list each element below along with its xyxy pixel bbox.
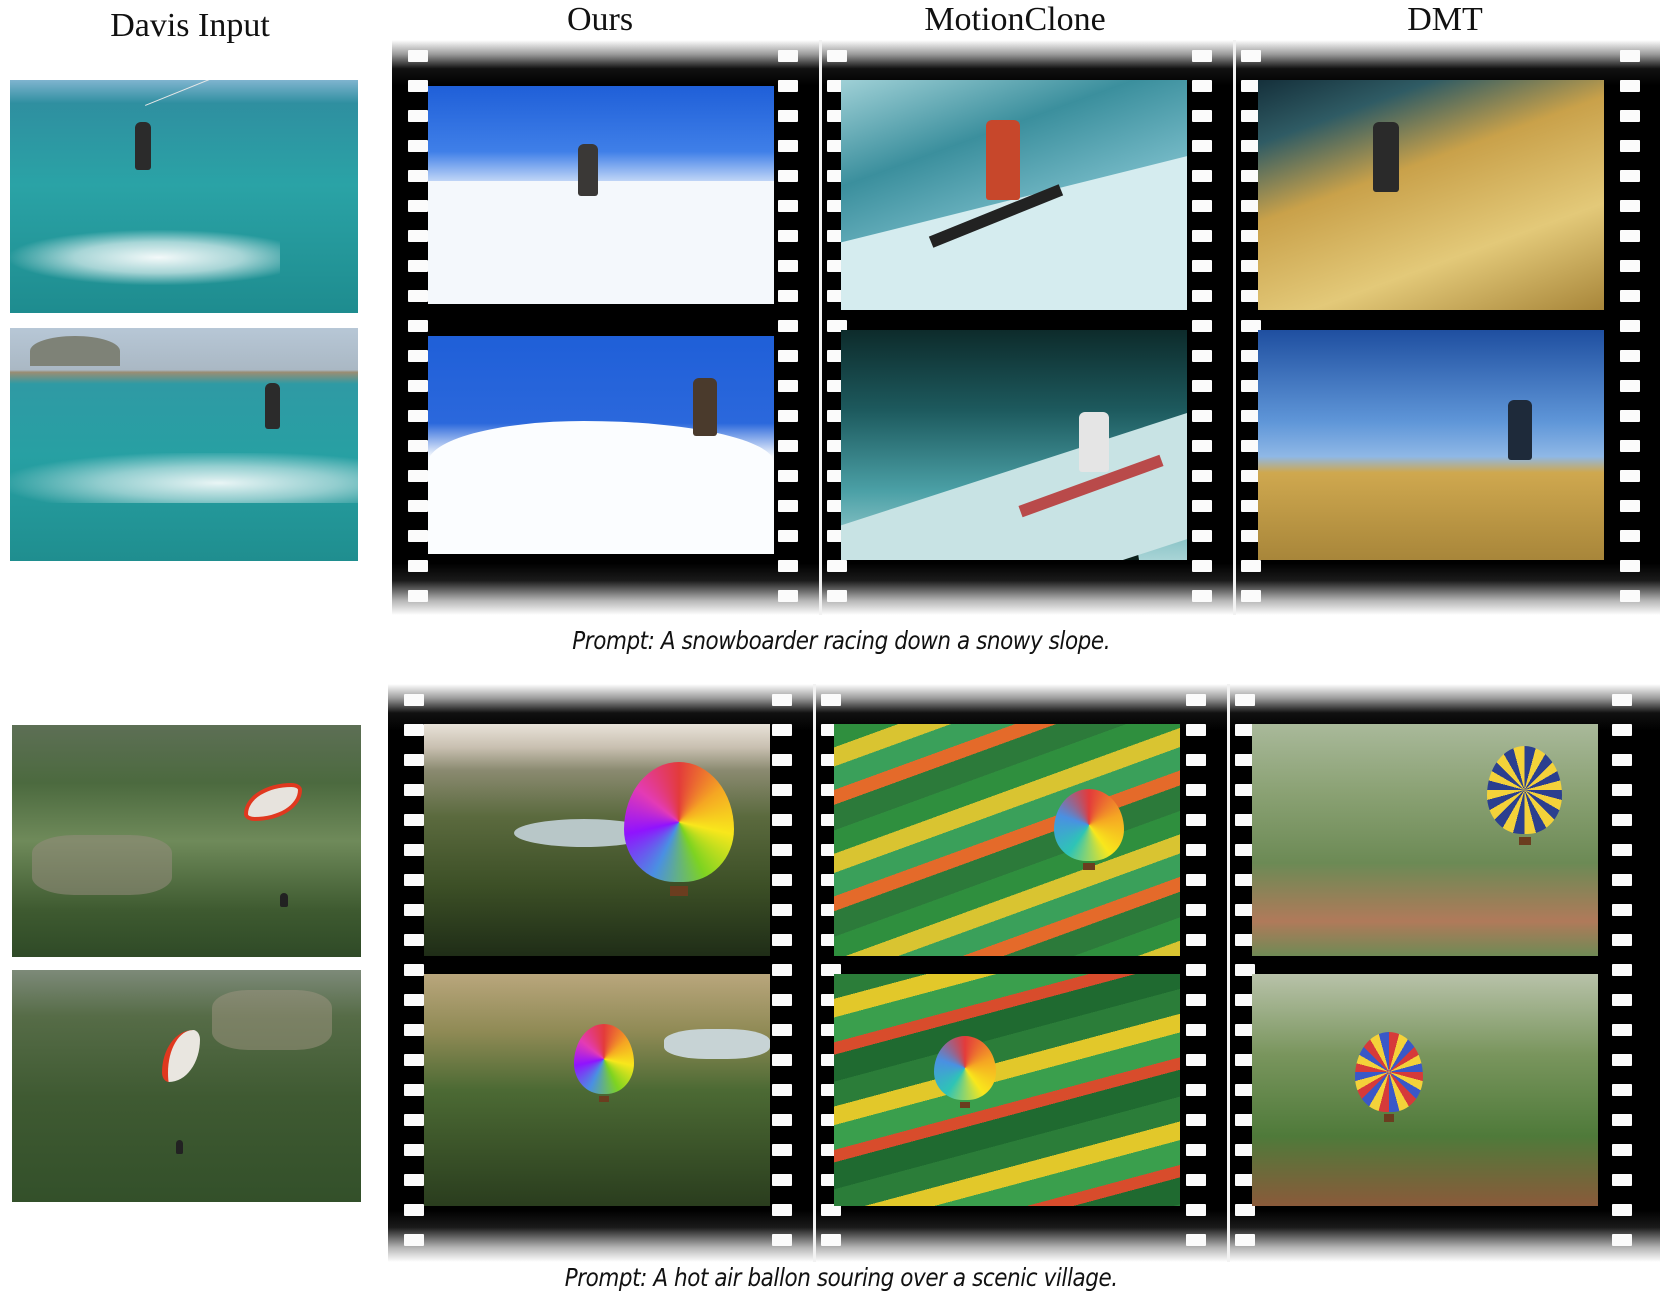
- snowboarder: [1079, 412, 1109, 472]
- hot-air-balloon: [1054, 789, 1124, 870]
- dmt-frame-sand-2: [1258, 330, 1604, 560]
- input-frame-paraglide-1: [12, 725, 361, 957]
- ours-frame-snowboard-2: [428, 336, 774, 554]
- snow-slope: [428, 181, 774, 304]
- dmt-frame-balloon-2: [1252, 974, 1598, 1206]
- film-strip-row2: [388, 684, 1660, 1262]
- motionclone-frame-snowboard-1: [841, 80, 1187, 310]
- column-separator: [819, 40, 822, 615]
- film-perforations: [408, 50, 428, 620]
- paraglider-pilot: [176, 1140, 183, 1154]
- paraglider-wing: [162, 1030, 200, 1082]
- snow-mound: [428, 421, 774, 554]
- wave-splash: [10, 230, 280, 285]
- snowboarder: [693, 378, 717, 436]
- film-perforations: [1186, 694, 1206, 1264]
- kite-lines: [145, 80, 331, 106]
- prompt-row2: Prompt: A hot air ballon souring over a …: [564, 1263, 1118, 1292]
- wave-splash: [10, 453, 358, 503]
- input-frame-kitesurf-1: [10, 80, 358, 313]
- kitesurfer: [135, 122, 151, 170]
- village: [32, 835, 172, 895]
- column-separator: [1227, 684, 1230, 1262]
- distant-hill: [30, 336, 120, 366]
- prompt-row1: Prompt: A snowboarder racing down a snow…: [572, 626, 1111, 655]
- film-strip-row1: [392, 40, 1660, 615]
- hot-air-balloon: [574, 1024, 634, 1103]
- lake: [664, 1029, 770, 1059]
- column-separator: [1233, 40, 1236, 615]
- input-frame-paraglide-2: [12, 970, 361, 1202]
- header-davis-input: Davis Input: [110, 7, 270, 44]
- snow-slope: [841, 408, 1187, 560]
- sandboarder: [1373, 122, 1399, 192]
- film-perforations: [778, 50, 798, 620]
- paraglider-pilot: [280, 893, 288, 907]
- header-ours: Ours: [566, 1, 634, 38]
- ours-frame-snowboard-1: [428, 86, 774, 304]
- sandboarder: [1508, 400, 1532, 460]
- ours-frame-balloon-2: [424, 974, 770, 1206]
- header-motionclone: MotionClone: [924, 1, 1106, 38]
- hot-air-balloon: [624, 762, 734, 897]
- kitesurfer: [265, 383, 280, 429]
- film-perforations: [404, 694, 424, 1264]
- motionclone-frame-balloon-2: [834, 974, 1180, 1206]
- dmt-frame-balloon-1: [1252, 724, 1598, 956]
- snowboarder: [578, 144, 598, 196]
- ours-frame-balloon-1: [424, 724, 770, 956]
- input-frame-kitesurf-2: [10, 328, 358, 561]
- motionclone-frame-balloon-1: [834, 724, 1180, 956]
- hot-air-balloon: [934, 1036, 996, 1108]
- film-perforations: [772, 694, 792, 1264]
- column-separator: [813, 684, 816, 1262]
- hot-air-balloon: [1487, 746, 1562, 845]
- film-perforations: [1612, 694, 1632, 1264]
- header-dmt: DMT: [1407, 1, 1483, 38]
- snowboarder: [986, 120, 1020, 200]
- film-perforations: [1192, 50, 1212, 620]
- village: [212, 990, 332, 1050]
- paraglider-wing: [244, 783, 302, 821]
- dmt-frame-sand-1: [1258, 80, 1604, 310]
- film-perforations: [1620, 50, 1640, 620]
- motionclone-frame-snowboard-2: [841, 330, 1187, 560]
- hot-air-balloon: [1355, 1032, 1423, 1122]
